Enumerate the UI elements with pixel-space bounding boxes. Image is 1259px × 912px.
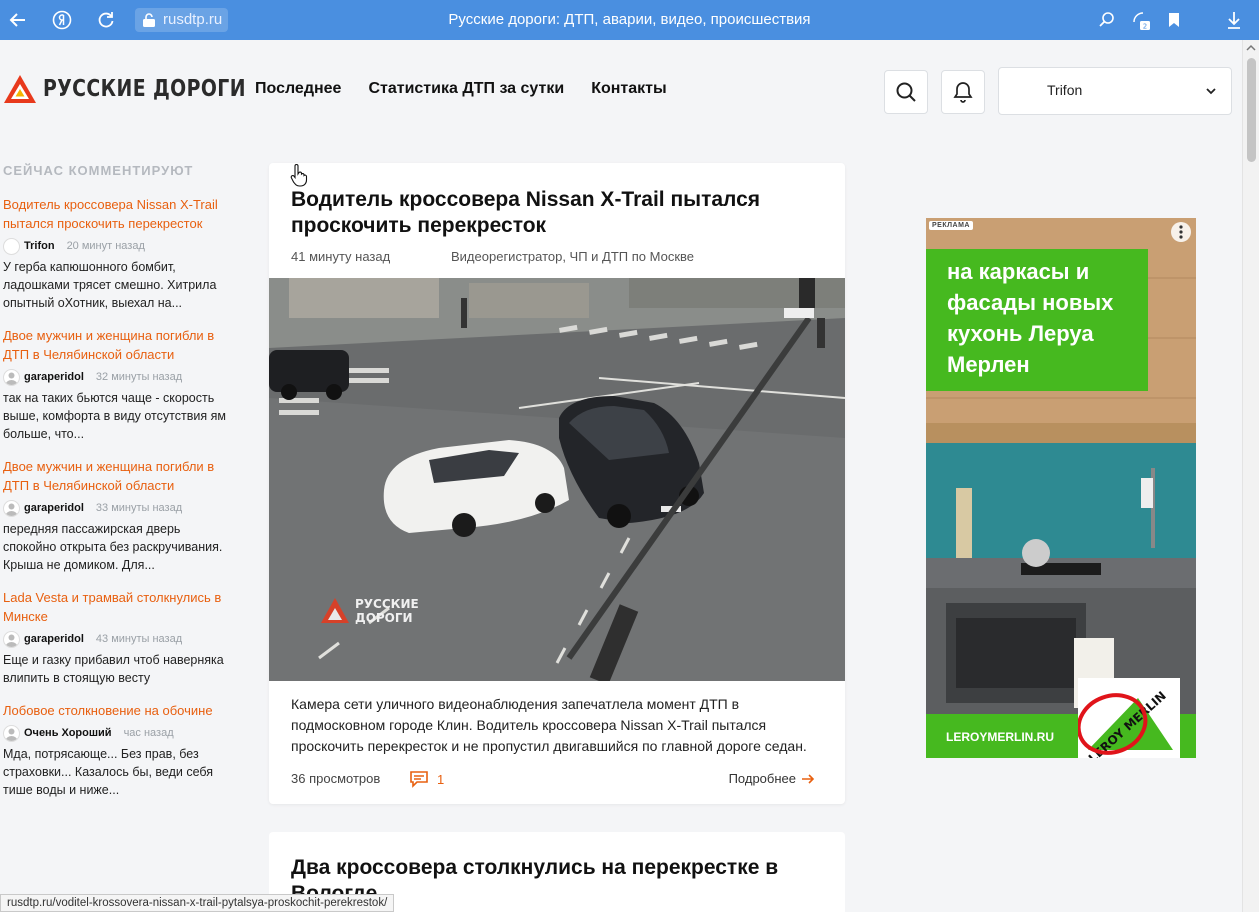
comments-count: 1 [437, 771, 445, 787]
tabs-count: 2 [1143, 23, 1147, 31]
chevron-down-icon [1206, 88, 1216, 95]
accident-scene-image: РУССКИЕ ДОРОГИ [269, 278, 845, 681]
read-more-link[interactable]: Подробнее [729, 771, 815, 786]
browser-toolbar: rusdtp.ru Русские дороги: ДТП, аварии, в… [0, 0, 1259, 40]
comment-text[interactable]: Еще и газку прибавил чтоб наверняка влип… [3, 651, 228, 687]
article-category[interactable]: Видеорегистратор, ЧП и ДТП по Москве [451, 249, 694, 264]
ad-url: LEROYMERLIN.RU [946, 730, 1054, 744]
tabs-icon[interactable]: 2 [1128, 9, 1154, 31]
comment-item: Lada Vesta и трамвай столкнулись в Минск… [3, 588, 228, 687]
comment-time: 32 минуты назад [95, 371, 183, 383]
ad-label: РЕКЛАМА [929, 221, 973, 230]
comment-user[interactable]: garaperidol [24, 502, 84, 514]
nav-stats[interactable]: Статистика ДТП за сутки [368, 80, 564, 98]
comment-text[interactable]: У герба капюшонного бомбит, ладошками тр… [3, 258, 228, 312]
back-arrow-icon[interactable] [7, 9, 29, 31]
scroll-up-icon[interactable] [1246, 44, 1256, 52]
ad-menu-button[interactable] [1171, 222, 1191, 242]
read-more-label: Подробнее [728, 771, 796, 786]
comment-user[interactable]: garaperidol [24, 633, 84, 645]
page-scrollbar[interactable] [1242, 40, 1259, 912]
comment-time: 33 минуты назад [95, 502, 183, 514]
reload-icon[interactable] [95, 9, 117, 31]
search-button[interactable] [884, 70, 928, 114]
avatar [3, 368, 20, 386]
notifications-button[interactable] [941, 70, 985, 114]
avatar [3, 237, 20, 255]
comment-article-link[interactable]: Двое мужчин и женщина погибли в ДТП в Че… [3, 326, 228, 364]
sidebar-heading: СЕЙЧАС КОММЕНТИРУЮТ [3, 163, 194, 178]
comment-article-link[interactable]: Двое мужчин и женщина погибли в ДТП в Че… [3, 457, 228, 495]
comment-icon [410, 771, 428, 788]
nav-contacts[interactable]: Контакты [591, 80, 666, 98]
yandex-icon[interactable] [51, 9, 73, 31]
comment-text[interactable]: Мда, потрясающе... Без прав, без страхов… [3, 745, 228, 799]
comments-link[interactable]: 1 [409, 770, 444, 788]
search-icon [896, 82, 916, 102]
comment-user[interactable]: Очень Хороший [24, 727, 112, 739]
address-bar[interactable]: rusdtp.ru [135, 8, 229, 32]
comment-time: час назад [123, 727, 174, 739]
comment-item: Водитель кроссовера Nissan X-Trail пытал… [3, 195, 228, 312]
comment-article-link[interactable]: Лобовое столкновение на обочине [3, 701, 228, 720]
avatar [3, 630, 20, 648]
download-icon[interactable] [1223, 9, 1245, 31]
lock-icon [143, 13, 155, 27]
comment-text[interactable]: передняя пассажирская дверь спокойно отк… [3, 520, 228, 574]
comment-text[interactable]: так на таких бьются чаще - скорость выше… [3, 389, 228, 443]
hand-cursor-icon [290, 164, 308, 187]
watermark-text: ДОРОГИ [355, 611, 413, 625]
ad-headline: на каркасы и фасады новых кухонь Леруа М… [947, 259, 1114, 377]
user-icon [5, 634, 18, 647]
comment-item: Лобовое столкновение на обочине Очень Хо… [3, 701, 228, 799]
search-page-icon[interactable] [1096, 9, 1118, 31]
user-icon [5, 372, 18, 385]
comment-time: 43 минуты назад [95, 633, 183, 645]
more-vertical-icon [1179, 225, 1183, 239]
user-menu[interactable]: Trifon [998, 67, 1232, 115]
comment-item: Двое мужчин и женщина погибли в ДТП в Че… [3, 457, 228, 574]
article-video-thumbnail[interactable]: РУССКИЕ ДОРОГИ [269, 278, 845, 681]
watermark-text: РУССКИЕ [355, 597, 419, 611]
avatar [3, 499, 20, 517]
comment-article-link[interactable]: Водитель кроссовера Nissan X-Trail пытал… [3, 195, 228, 233]
scroll-thumb[interactable] [1247, 58, 1256, 162]
comment-user[interactable]: Trifon [24, 240, 55, 252]
warning-triangle-icon [4, 75, 36, 103]
comments-sidebar: СЕЙЧАС КОММЕНТИРУЮТ Водитель кроссовера … [3, 163, 228, 813]
nav-latest[interactable]: Последнее [255, 80, 341, 98]
article-description: Камера сети уличного видеонаблюдения зап… [291, 696, 807, 754]
article-title[interactable]: Водитель кроссовера Nissan X-Trail пытал… [291, 187, 791, 239]
article-time: 41 минуту назад [291, 249, 391, 264]
site-header: РУССКИЕ ДОРОГИ Последнее Статистика ДТП … [0, 40, 1242, 140]
user-icon [5, 503, 18, 516]
advertisement-banner[interactable]: РЕКЛАМА на каркасы и фасады новых кухонь… [926, 218, 1196, 758]
logo-text: РУССКИЕ ДОРОГИ [43, 76, 246, 102]
comment-time: 20 минут назад [66, 240, 145, 252]
status-bar-url: rusdtp.ru/voditel-krossovera-nissan-x-tr… [0, 894, 395, 912]
user-icon [5, 728, 18, 741]
arrow-right-icon [802, 773, 815, 784]
site-logo[interactable]: РУССКИЕ ДОРОГИ [3, 74, 290, 104]
bookmark-icon[interactable] [1163, 9, 1185, 31]
main-nav: Последнее Статистика ДТП за сутки Контак… [255, 80, 694, 98]
leroy-merlin-logo: LEROY MERLIN [1078, 678, 1180, 758]
user-name: Trifon [1047, 82, 1083, 98]
address-text: rusdtp.ru [163, 11, 223, 28]
comment-article-link[interactable]: Lada Vesta и трамвай столкнулись в Минск… [3, 588, 228, 626]
article-views: 36 просмотров [291, 771, 381, 786]
avatar [3, 724, 20, 742]
comment-user[interactable]: garaperidol [24, 371, 84, 383]
comment-item: Двое мужчин и женщина погибли в ДТП в Че… [3, 326, 228, 443]
bell-icon [953, 82, 973, 103]
article-card: Водитель кроссовера Nissan X-Trail пытал… [269, 163, 845, 804]
